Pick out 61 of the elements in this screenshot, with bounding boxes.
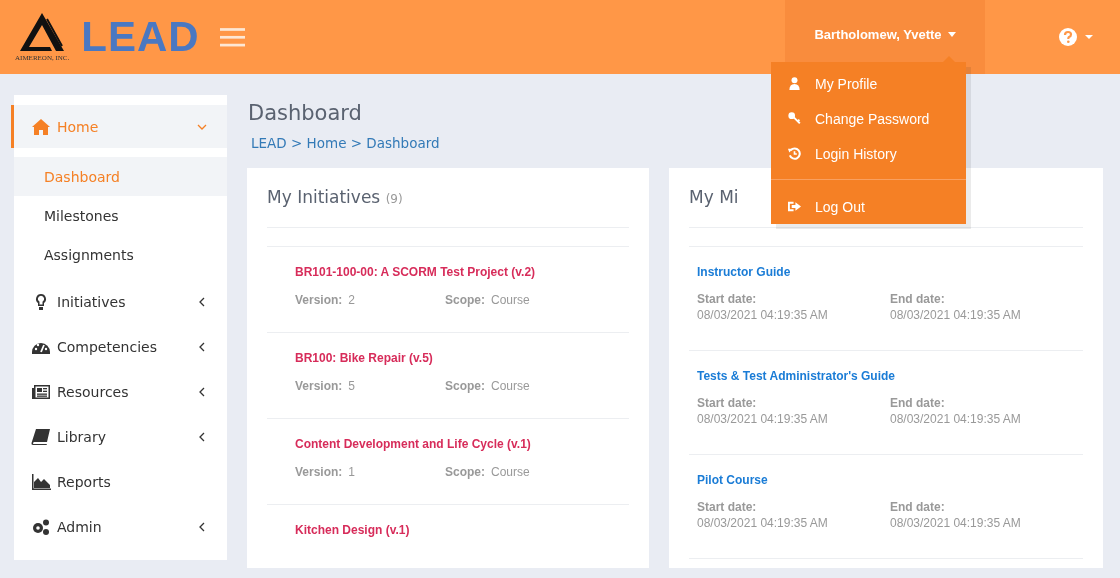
field-value: Course: [491, 465, 530, 479]
field-label: Start date:: [697, 396, 758, 410]
sidebar-subitem[interactable]: Milestones: [14, 196, 227, 235]
field-label: Scope:: [445, 293, 485, 307]
field-value: 08/03/2021 04:19:35 AM: [697, 516, 829, 530]
milestone-link[interactable]: Tests & Test Administrator's Guide: [697, 369, 1083, 383]
key-icon: [788, 112, 801, 125]
history-icon: [788, 147, 801, 160]
initiative-link[interactable]: Kitchen Design (v.1): [295, 523, 629, 537]
item-count: (9): [385, 192, 403, 206]
sidebar-item[interactable]: Initiatives: [14, 279, 227, 324]
sidebar-subitem[interactable]: Assignments: [14, 235, 227, 274]
product-logo: LEAD: [81, 16, 200, 58]
field-label: Scope:: [445, 379, 485, 393]
card-title: My Initiatives: [267, 187, 381, 207]
field-label: Start date:: [697, 292, 758, 306]
chart-icon: [31, 472, 51, 491]
user-icon: [788, 77, 801, 90]
field-value: 08/03/2021 04:19:35 AM: [697, 412, 829, 426]
field-label: Version:: [295, 379, 343, 393]
menu-item[interactable]: Log Out: [771, 189, 966, 224]
field-label: Version:: [295, 465, 343, 479]
sidebar-item[interactable]: Library: [14, 414, 227, 459]
menu-item[interactable]: Change Password: [771, 101, 966, 136]
sidebar-item[interactable]: Resources: [14, 369, 227, 414]
logout-icon: [788, 200, 801, 213]
breadcrumb: LEAD > Home > Dashboard: [251, 135, 441, 151]
field-value: 08/03/2021 04:19:35 AM: [890, 516, 1022, 530]
field-value: 08/03/2021 04:19:35 AM: [890, 308, 1022, 322]
page-title: Dashboard: [248, 101, 362, 125]
home-icon: [31, 117, 51, 136]
sidebar-item[interactable]: Admin: [14, 504, 227, 549]
card-title: My Mi: [689, 187, 739, 207]
caret-icon: [947, 31, 956, 37]
field-value: Course: [491, 293, 530, 307]
field-label: End date:: [890, 396, 946, 410]
milestone-link[interactable]: Instructor Guide: [697, 265, 1083, 279]
field-label: Scope:: [445, 465, 485, 479]
sidebar-item[interactable]: Reports: [14, 459, 227, 504]
initiative-link[interactable]: Content Development and Life Cycle (v.1): [295, 437, 629, 451]
sidebar-item[interactable]: Competencies: [14, 324, 227, 369]
field-value: 1: [348, 465, 356, 479]
field-label: Version:: [295, 293, 343, 307]
field-value: 2: [348, 293, 356, 307]
initiative-link[interactable]: BR101-100-00: A SCORM Test Project (v.2): [295, 265, 629, 279]
field-value: Course: [491, 379, 530, 393]
sidebar-subitem[interactable]: Dashboard: [14, 157, 227, 196]
milestone-link[interactable]: Pilot Course: [697, 473, 1083, 487]
field-label: End date:: [890, 500, 946, 514]
triangle-logo-icon: [20, 12, 65, 53]
menu-item[interactable]: Login History: [771, 136, 966, 171]
field-value: 08/03/2021 04:19:35 AM: [890, 412, 1022, 426]
initiative-link[interactable]: BR100: Bike Repair (v.5): [295, 351, 629, 365]
field-label: End date:: [890, 292, 946, 306]
news-icon: [31, 382, 51, 401]
menu-icon[interactable]: [219, 27, 245, 47]
field-label: Start date:: [697, 500, 758, 514]
field-value: 08/03/2021 04:19:35 AM: [697, 308, 829, 322]
help-icon[interactable]: [1059, 28, 1093, 46]
field-value: 5: [348, 379, 356, 393]
book-icon: [31, 427, 51, 446]
